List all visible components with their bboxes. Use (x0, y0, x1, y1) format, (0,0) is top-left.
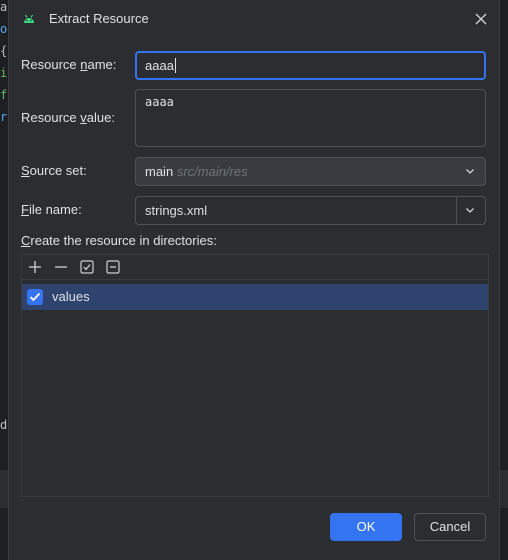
source-set-hint: src/main/res (176, 164, 248, 179)
ok-button[interactable]: OK (330, 513, 402, 541)
extract-resource-dialog: Extract Resource Resource name: aaaa Res… (8, 0, 500, 560)
source-set-value: main (145, 164, 174, 179)
directories-label: Create the resource in directories: (21, 233, 217, 248)
chevron-down-icon[interactable] (465, 205, 475, 215)
add-icon[interactable] (27, 259, 43, 275)
dialog-title-bar: Extract Resource (9, 0, 499, 38)
source-set-label: Source set: (21, 163, 87, 178)
source-set-dropdown[interactable]: main src/main/res (135, 157, 486, 186)
chevron-down-icon (466, 169, 474, 174)
directories-toolbar (22, 255, 488, 280)
resource-value-textarea[interactable]: aaaa (135, 89, 486, 147)
text-caret (174, 58, 176, 73)
list-item-label: values (52, 289, 90, 304)
deselect-all-icon[interactable] (105, 259, 121, 275)
directories-list-panel: values (21, 254, 489, 497)
resource-name-input[interactable]: aaaa (135, 51, 486, 80)
resource-value-label: Resource value: (21, 110, 115, 125)
select-all-icon[interactable] (79, 259, 95, 275)
checkbox-checked-icon[interactable] (27, 289, 43, 305)
file-name-label: File name: (21, 202, 82, 217)
cancel-button[interactable]: Cancel (414, 513, 486, 541)
resource-name-value: aaaa (145, 58, 174, 73)
combo-divider (456, 197, 457, 224)
resource-value-text: aaaa (145, 95, 174, 109)
remove-icon[interactable] (53, 259, 69, 275)
file-name-value: strings.xml (145, 203, 208, 218)
file-name-combobox[interactable]: strings.xml (135, 196, 486, 225)
android-icon (24, 14, 34, 23)
list-item[interactable]: values (22, 284, 488, 310)
resource-name-label: Resource name: (21, 57, 117, 72)
close-icon[interactable] (471, 9, 491, 29)
dialog-title: Extract Resource (49, 11, 149, 26)
